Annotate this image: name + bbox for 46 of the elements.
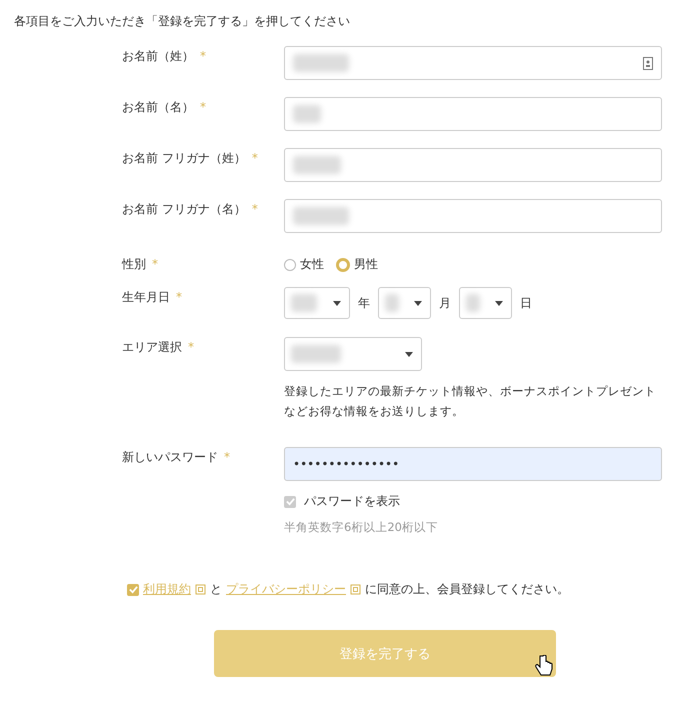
- agreement-text: に同意の上、会員登録してください。: [365, 581, 569, 598]
- blurred-value: [293, 156, 341, 174]
- text-field[interactable]: [284, 148, 662, 182]
- blurred-value: [466, 294, 480, 312]
- checkbox[interactable]: [127, 584, 139, 596]
- field-label: 性別 *: [122, 256, 159, 273]
- field-label: エリア選択 *: [122, 339, 195, 356]
- unit-label: 日: [520, 294, 532, 312]
- external-link-icon: [195, 584, 206, 595]
- note-text: 登録したエリアの最新チケット情報や、ボーナスポイントプレゼントなどお得な情報をお送りします。: [284, 383, 657, 420]
- radio-option[interactable]: 女性: [284, 256, 324, 273]
- field-label: お名前 フリガナ（名） *: [122, 201, 259, 218]
- field-label: お名前（名） *: [122, 99, 207, 116]
- text-field[interactable]: [284, 97, 662, 131]
- caret-icon: [405, 352, 413, 356]
- joiner-text: と: [210, 581, 222, 598]
- unit-label: 月: [439, 294, 451, 312]
- instruction-text: 各項目をご入力いただき「登録を完了する」を押してください: [14, 13, 351, 30]
- blurred-value: [385, 294, 399, 312]
- blurred-value: [291, 345, 341, 363]
- field-label: 新しいパスワード *: [122, 449, 231, 466]
- caret-icon: [414, 300, 422, 306]
- checkbox-label: パスワードを表示: [304, 493, 400, 510]
- field-label: お名前（姓） *: [122, 48, 207, 65]
- hint-text: 半角英数字6桁以上20桁以下: [284, 520, 439, 535]
- field-label: 生年月日 *: [122, 289, 183, 306]
- dropdown[interactable]: [378, 287, 431, 319]
- blurred-value: [293, 105, 321, 123]
- contact-card-icon: [643, 56, 653, 70]
- blurred-value: [291, 294, 317, 312]
- blurred-value: [293, 207, 349, 225]
- dropdown[interactable]: [284, 337, 422, 371]
- text-field[interactable]: [284, 46, 662, 80]
- password-field[interactable]: •••••••••••••••: [284, 447, 662, 481]
- dropdown[interactable]: [284, 287, 350, 319]
- field-label: お名前 フリガナ（姓） *: [122, 150, 259, 167]
- caret-icon: [333, 300, 341, 306]
- dropdown[interactable]: [459, 287, 512, 319]
- caret-icon: [495, 300, 503, 306]
- radio-option[interactable]: 男性: [336, 256, 378, 273]
- external-link-icon: [350, 584, 361, 595]
- checkbox[interactable]: [284, 496, 296, 508]
- text-field[interactable]: [284, 199, 662, 233]
- unit-label: 年: [358, 294, 370, 312]
- hand-cursor-icon: [535, 655, 553, 677]
- blurred-value: [293, 54, 349, 72]
